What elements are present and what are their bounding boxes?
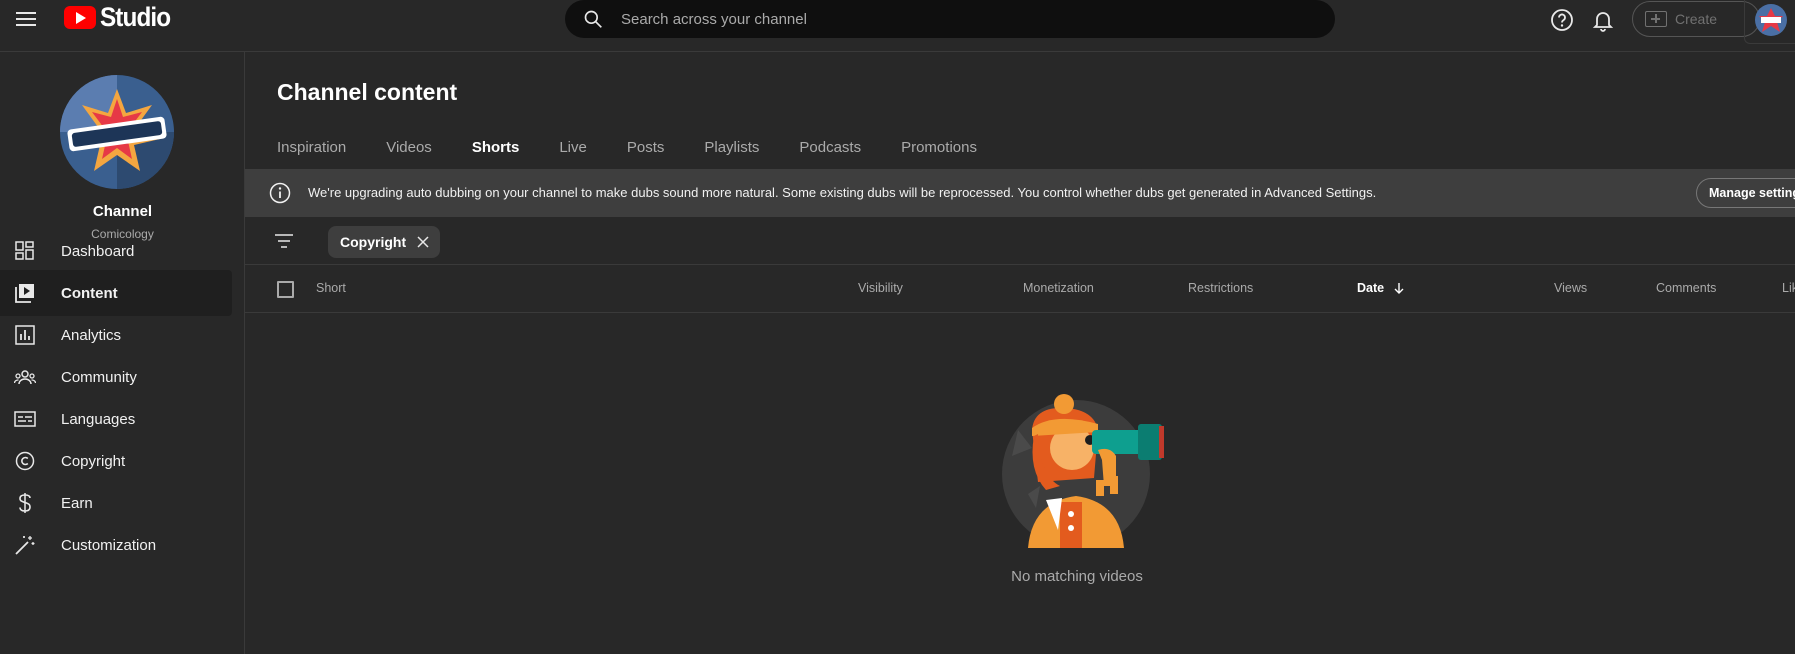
channel-title: Channel [92, 203, 153, 220]
tab-playlists[interactable]: Playlists [704, 135, 759, 173]
empty-state-message: No matching videos [1011, 568, 1143, 585]
magic-wand-icon [15, 536, 35, 555]
top-bar: Studio Create [0, 0, 1795, 52]
column-likes[interactable]: Likes [1782, 281, 1795, 295]
sidebar-item-copyright[interactable]: Copyright [0, 438, 232, 484]
content-icon [15, 284, 34, 303]
select-all-checkbox[interactable] [277, 281, 294, 298]
studio-logo[interactable]: Studio [64, 2, 178, 33]
search-input[interactable] [621, 0, 1301, 38]
notifications-icon[interactable] [1591, 8, 1615, 32]
table-header: Short Visibility Monetization Restrictio… [245, 265, 1795, 313]
tab-videos[interactable]: Videos [386, 135, 432, 173]
page-title: Channel content [277, 79, 458, 105]
tab-podcasts[interactable]: Podcasts [799, 135, 861, 173]
analytics-icon [15, 325, 35, 345]
sidebar-item-label: Customization [61, 536, 157, 554]
create-button[interactable]: Create [1632, 1, 1760, 37]
sidebar-item-label: Earn [61, 494, 93, 512]
main-content: Channel content Inspiration Videos Short… [245, 52, 1795, 654]
sidebar-item-label: Analytics [61, 326, 122, 344]
sidebar-item-dashboard[interactable]: Dashboard [0, 228, 232, 274]
column-comments[interactable]: Comments [1656, 281, 1716, 295]
sidebar-item-community[interactable]: Community [0, 354, 232, 400]
youtube-logo-icon [64, 6, 96, 29]
copyright-icon [15, 451, 35, 471]
dashboard-icon [15, 241, 34, 260]
filter-bar: Copyright [245, 217, 1795, 265]
search-icon [584, 10, 602, 28]
logo-text: Studio [100, 2, 171, 32]
column-views[interactable]: Views [1554, 281, 1587, 295]
sidebar: Channel Comicology Dashboard Content Ana… [0, 52, 245, 654]
avatar [1755, 4, 1787, 36]
tab-promotions[interactable]: Promotions [901, 135, 977, 173]
filter-chip-label: Copyright [340, 234, 407, 250]
add-video-icon [1645, 11, 1667, 27]
tab-posts[interactable]: Posts [627, 135, 665, 173]
column-visibility[interactable]: Visibility [858, 281, 903, 295]
column-date[interactable]: Date [1357, 281, 1406, 295]
menu-icon[interactable] [16, 8, 38, 30]
empty-state-illustration [1002, 394, 1164, 548]
create-label: Create [1675, 11, 1718, 27]
column-short[interactable]: Short [316, 281, 346, 295]
sidebar-item-languages[interactable]: Languages [0, 396, 232, 442]
account-menu[interactable] [1744, 0, 1795, 44]
sidebar-item-label: Languages [61, 410, 136, 428]
column-restrictions[interactable]: Restrictions [1188, 281, 1253, 295]
dollar-icon [19, 493, 31, 513]
content-tabs: Inspiration Videos Shorts Live Posts Pla… [277, 135, 1017, 173]
banner-message: We're upgrading auto dubbing on your cha… [308, 185, 1377, 200]
sidebar-item-earn[interactable]: Earn [0, 480, 232, 526]
info-icon [269, 182, 291, 204]
tab-shorts[interactable]: Shorts [471, 135, 519, 173]
manage-settings-button[interactable]: Manage settings [1696, 178, 1795, 208]
channel-avatar[interactable] [60, 75, 174, 189]
search-bar[interactable] [565, 0, 1335, 38]
column-date-label: Date [1357, 281, 1385, 295]
arrow-down-icon [1394, 283, 1404, 294]
sidebar-item-customization[interactable]: Customization [0, 522, 232, 568]
sidebar-item-label: Community [61, 368, 137, 386]
sidebar-item-analytics[interactable]: Analytics [0, 312, 232, 358]
tab-live[interactable]: Live [559, 135, 587, 173]
column-monetization[interactable]: Monetization [1023, 281, 1094, 295]
info-banner: We're upgrading auto dubbing on your cha… [245, 169, 1795, 217]
languages-icon [14, 411, 36, 427]
close-icon[interactable] [416, 235, 430, 249]
tab-inspiration[interactable]: Inspiration [277, 135, 346, 173]
sidebar-item-label: Content [61, 284, 118, 302]
sidebar-item-content[interactable]: Content [0, 270, 232, 316]
filter-icon[interactable] [274, 231, 294, 251]
community-icon [14, 370, 36, 385]
help-icon[interactable] [1550, 8, 1574, 32]
sidebar-item-label: Copyright [61, 452, 126, 470]
filter-chip-copyright[interactable]: Copyright [328, 226, 441, 258]
sidebar-item-label: Dashboard [61, 242, 135, 260]
